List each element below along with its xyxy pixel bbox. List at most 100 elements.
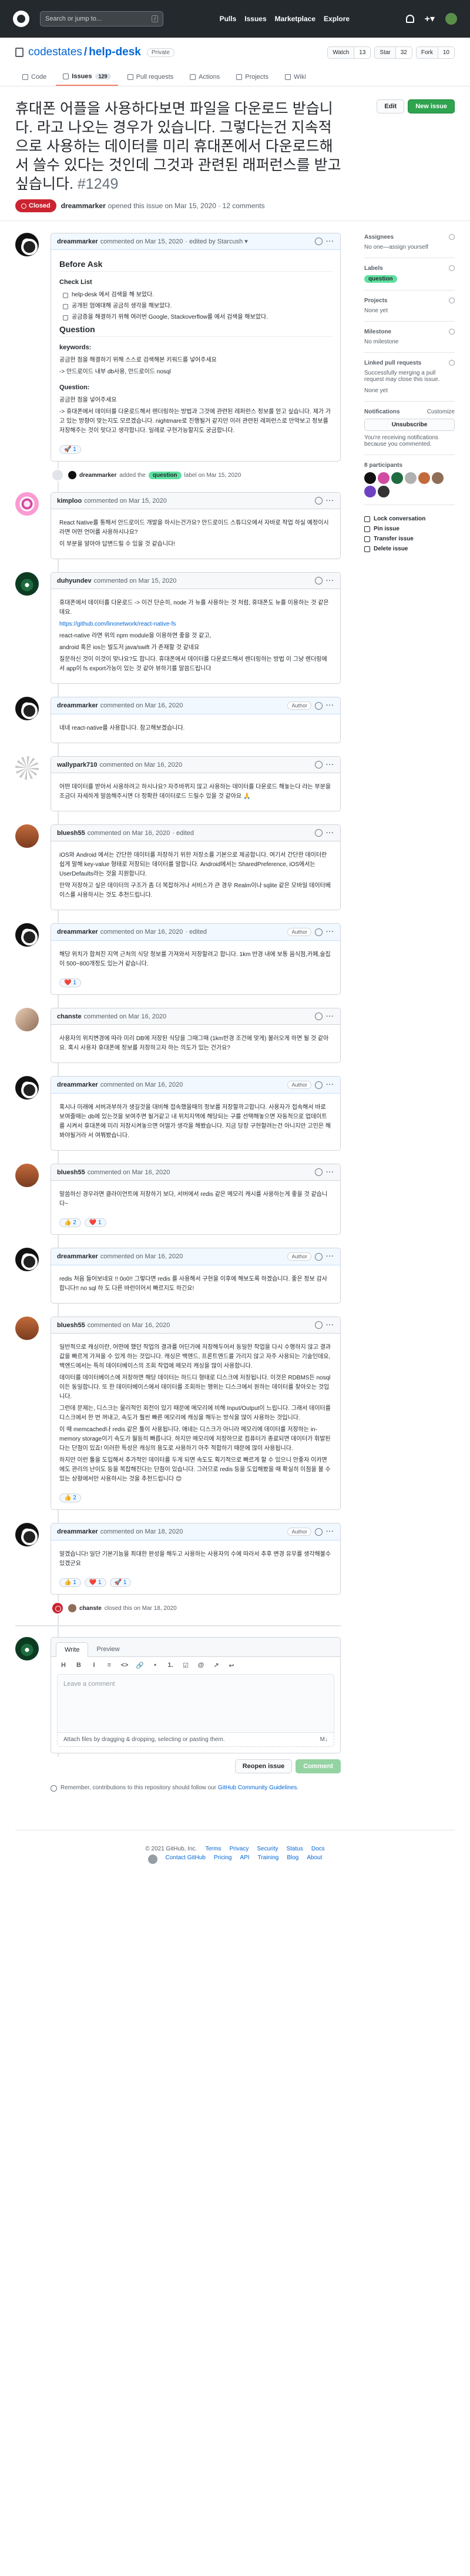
repo-owner[interactable]: codestates (28, 46, 82, 59)
comment-author[interactable]: duhyundev (57, 577, 92, 584)
comment-author[interactable]: dreammarker (57, 1081, 98, 1088)
edited-menu[interactable]: · edited (172, 830, 194, 837)
more-icon[interactable]: ··· (326, 577, 334, 584)
gear-icon[interactable] (449, 265, 455, 271)
tab-wiki[interactable]: Wiki (278, 68, 313, 86)
transfer-issue[interactable]: Transfer issue (364, 536, 455, 542)
task-list-icon[interactable]: ☑ (182, 1662, 190, 1669)
avatar[interactable] (15, 1523, 39, 1546)
pin-issue[interactable]: Pin issue (364, 526, 455, 532)
comment-date[interactable]: commented on Mar 16, 2020 (84, 1013, 167, 1020)
comment-author[interactable]: dreammarker (57, 702, 98, 709)
comment-date[interactable]: commented on Mar 16, 2020 (88, 1322, 170, 1329)
numbered-list-icon[interactable]: 1. (166, 1662, 174, 1669)
footer-link[interactable]: Docs (311, 1846, 325, 1852)
more-icon[interactable]: ··· (326, 1081, 334, 1088)
plus-icon[interactable]: +▾ (425, 13, 435, 25)
comment-author[interactable]: dreammarker (57, 238, 98, 245)
edited-menu[interactable]: · edited by Starcush ▾ (185, 238, 247, 245)
footer-link[interactable]: Status (286, 1846, 303, 1852)
comment-date[interactable]: commented on Mar 16, 2020 (100, 761, 183, 769)
participant-avatar[interactable] (378, 486, 390, 497)
more-icon[interactable]: ··· (326, 1322, 334, 1329)
emoji-icon[interactable] (315, 1528, 323, 1536)
comment-author[interactable]: dreammarker (57, 928, 98, 935)
avatar[interactable] (15, 233, 39, 256)
gear-icon[interactable] (449, 360, 455, 366)
participant-avatar[interactable] (405, 472, 417, 484)
comment-button[interactable]: Comment (296, 1759, 341, 1773)
github-logo-icon[interactable] (13, 11, 29, 27)
issue-author[interactable]: dreammarker (61, 202, 106, 210)
participant-avatar[interactable] (418, 472, 430, 484)
footer-link[interactable]: Privacy (230, 1846, 249, 1852)
comment-author[interactable]: chanste (57, 1013, 82, 1020)
attach-files-area[interactable]: Attach files by dragging & dropping, sel… (57, 1733, 334, 1747)
comment-date[interactable]: commented on Mar 16, 2020 (88, 830, 170, 837)
tab-code[interactable]: Code (15, 68, 53, 86)
avatar[interactable] (15, 492, 39, 516)
label-question[interactable]: question (148, 471, 182, 479)
nav-explore[interactable]: Explore (324, 15, 350, 23)
comment-author[interactable]: bluesh55 (57, 1169, 85, 1176)
assignees-value[interactable]: No one—assign yourself (364, 244, 455, 250)
emoji-icon[interactable] (315, 1168, 323, 1176)
comment-date[interactable]: commented on Mar 16, 2020 (100, 1081, 183, 1088)
link-icon[interactable]: 🔗 (136, 1662, 144, 1669)
gear-icon[interactable] (449, 234, 455, 240)
heading-icon[interactable]: H (59, 1662, 68, 1669)
avatar[interactable] (445, 13, 457, 25)
tab-projects[interactable]: Projects (229, 68, 276, 86)
repo-name[interactable]: help-desk (89, 46, 141, 59)
avatar[interactable] (15, 1164, 39, 1187)
participant-avatar[interactable] (432, 472, 444, 484)
reaction-rocket[interactable]: 🚀 1 (59, 445, 81, 454)
comment-date[interactable]: commented on Mar 16, 2020 (88, 1169, 170, 1176)
comment-author[interactable]: dreammarker (57, 1253, 98, 1260)
nav-marketplace[interactable]: Marketplace (275, 15, 315, 23)
emoji-icon[interactable] (315, 701, 323, 710)
more-icon[interactable]: ··· (326, 928, 334, 935)
gear-icon[interactable] (449, 298, 455, 303)
avatar[interactable] (15, 1248, 39, 1271)
bold-icon[interactable]: B (75, 1662, 83, 1669)
search-input[interactable]: Search or jump to... / (40, 11, 163, 26)
comment-date[interactable]: commented on Mar 16, 2020 (100, 702, 183, 709)
emoji-icon[interactable] (315, 1252, 323, 1261)
avatar[interactable] (15, 824, 39, 848)
reaction-rocket[interactable]: 🚀 1 (109, 1578, 132, 1587)
avatar[interactable] (15, 697, 39, 720)
label-question[interactable]: question (364, 275, 397, 283)
comment-date[interactable]: commented on Mar 15, 2020 (94, 577, 177, 584)
tab-issues[interactable]: Issues 129 (56, 68, 118, 86)
comment-author[interactable]: kimploo (57, 497, 82, 504)
comment-date[interactable]: commented on Mar 15, 2020 (100, 238, 183, 245)
more-icon[interactable]: ··· (326, 761, 334, 769)
emoji-icon[interactable] (315, 1321, 323, 1329)
more-icon[interactable]: ··· (326, 1169, 334, 1176)
participant-avatar[interactable] (364, 472, 376, 484)
customize-link[interactable]: Customize (427, 409, 455, 415)
avatar[interactable] (15, 572, 39, 596)
comment-textarea[interactable]: Leave a comment (57, 1674, 334, 1733)
avatar[interactable] (15, 1076, 39, 1100)
footer-link[interactable]: Terms (205, 1846, 221, 1852)
comment-author[interactable]: bluesh55 (57, 1322, 85, 1329)
bullet-list-icon[interactable]: • (151, 1662, 159, 1669)
star-button[interactable]: Star 32 (374, 46, 412, 59)
reaction-heart[interactable]: ❤️ 1 (84, 1578, 106, 1587)
more-icon[interactable]: ··· (326, 830, 334, 837)
reaction-thumbs-up[interactable]: 👍 2 (59, 1218, 81, 1227)
participant-avatar[interactable] (364, 486, 376, 497)
link[interactable]: https://github.com/linonetwork/react-nat… (59, 621, 176, 627)
quote-icon[interactable]: ≡ (105, 1662, 113, 1669)
github-logo-icon[interactable] (147, 1855, 157, 1864)
avatar[interactable] (15, 756, 39, 780)
more-icon[interactable]: ··· (326, 702, 334, 709)
avatar[interactable] (68, 1604, 76, 1612)
checkbox[interactable] (63, 292, 68, 298)
reaction-heart[interactable]: ❤️ 1 (84, 1218, 106, 1227)
code-icon[interactable]: <> (120, 1662, 129, 1669)
tab-actions[interactable]: Actions (183, 68, 227, 86)
comment-date[interactable]: commented on Mar 16, 2020 (100, 928, 183, 935)
